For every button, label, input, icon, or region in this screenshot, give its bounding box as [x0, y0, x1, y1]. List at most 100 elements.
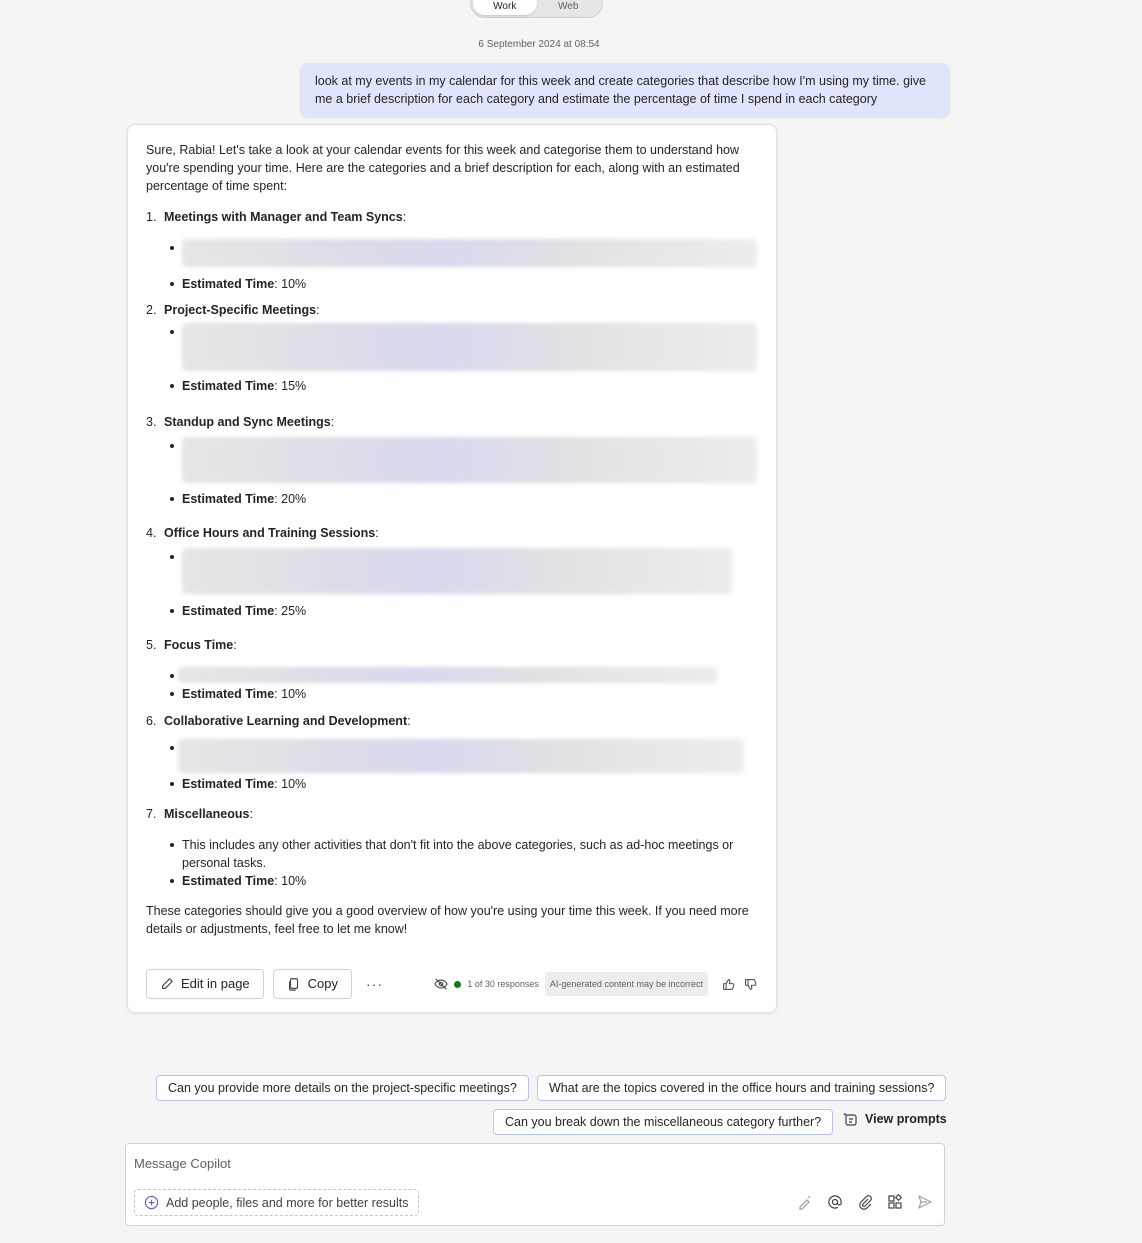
blurred-text: [178, 667, 718, 683]
blurred-text: [182, 323, 757, 371]
blurred-text: [182, 437, 757, 483]
attach-icon[interactable]: [856, 1193, 874, 1211]
estimated-time-item: Estimated Time: 10%: [168, 872, 758, 890]
blurred-text: [178, 739, 744, 773]
responses-count: 1 of 30 responses: [467, 979, 539, 989]
redacted-description: [168, 739, 758, 775]
sparkle-pen-icon[interactable]: [796, 1193, 814, 1211]
category-title: Collaborative Learning and Development: [164, 714, 408, 728]
message-composer[interactable]: Message Copilot Add people, files and mo…: [125, 1143, 945, 1226]
message-timestamp: 6 September 2024 at 08:54: [478, 39, 600, 50]
copy-icon: [288, 978, 298, 991]
thumbs-down-icon[interactable]: [742, 976, 758, 992]
add-people-files-button[interactable]: Add people, files and more for better re…: [134, 1189, 419, 1216]
estimated-time-label: Estimated Time: [182, 492, 275, 506]
estimated-time-item: Estimated Time: 15%: [168, 377, 758, 395]
status-dot: [454, 980, 462, 988]
category-colon: :: [330, 415, 335, 429]
blurred-text: [182, 548, 732, 594]
estimated-time-item: Estimated Time: 10%: [168, 685, 758, 703]
suggestion-chip[interactable]: What are the topics covered in the offic…: [537, 1075, 947, 1101]
estimated-time-item: Estimated Time: 10%: [168, 775, 758, 793]
category-colon: :: [375, 526, 379, 540]
estimated-time-value: : 10%: [274, 277, 307, 291]
estimated-time-value: : 10%: [274, 874, 307, 888]
copilot-chat-page: Work Web 6 September 2024 at 08:54 look …: [0, 0, 1142, 1243]
prompts-icon: [843, 1112, 857, 1126]
view-prompts-label: View prompts: [865, 1112, 947, 1126]
category-title: Office Hours and Training Sessions: [164, 526, 376, 540]
estimated-time-item: Estimated Time: 25%: [168, 602, 758, 620]
suggestion-chip[interactable]: Can you provide more details on the proj…: [156, 1075, 529, 1101]
estimated-time-item: Estimated Time: 20%: [168, 490, 758, 508]
redacted-description: [168, 667, 758, 685]
category-number: 7.: [146, 807, 157, 821]
category-item: 6. Collaborative Learning and Development…: [146, 712, 758, 805]
apps-icon[interactable]: [886, 1193, 904, 1211]
edit-in-page-button[interactable]: Edit in page: [146, 969, 264, 999]
category-number: 1.: [146, 210, 157, 224]
blurred-text: [182, 239, 757, 267]
category-title: Project-Specific Meetings: [164, 303, 317, 317]
category-colon: :: [316, 303, 320, 317]
category-title: Standup and Sync Meetings: [164, 415, 331, 429]
work-tab[interactable]: Work: [473, 0, 537, 15]
copy-button[interactable]: Copy: [272, 969, 353, 999]
ai-disclaimer-badge: AI-generated content may be incorrect: [544, 972, 708, 996]
category-item: 2. Project-Specific Meetings: Estimated T…: [146, 301, 758, 413]
copy-label: Copy: [307, 976, 339, 991]
category-colon: :: [407, 714, 411, 728]
category-title: Miscellaneous: [164, 807, 250, 821]
category-title: Focus Time: [164, 638, 234, 652]
view-prompts-button[interactable]: View prompts: [843, 1111, 947, 1127]
add-people-label: Add people, files and more for better re…: [166, 1195, 409, 1210]
suggestion-chip[interactable]: Can you break down the miscellaneous cat…: [493, 1109, 834, 1135]
estimated-time-label: Estimated Time: [182, 777, 275, 791]
category-item: 5. Focus Time: Estimated Time: 10%: [146, 636, 758, 712]
estimated-time-value: : 15%: [274, 379, 307, 393]
redacted-description: [168, 437, 758, 490]
estimated-time-label: Estimated Time: [182, 874, 275, 888]
redacted-description: [168, 548, 758, 602]
estimated-time-label: Estimated Time: [182, 604, 275, 618]
more-options-icon[interactable]: ···: [366, 975, 383, 993]
category-colon: :: [249, 807, 253, 821]
message-input[interactable]: Message Copilot: [134, 1156, 231, 1171]
category-item: 7. Miscellaneous: This includes any other…: [146, 805, 758, 890]
user-message: look at my events in my calendar for thi…: [300, 63, 950, 117]
estimated-time-value: : 10%: [274, 687, 307, 701]
pencil-icon: [162, 978, 173, 989]
web-tab[interactable]: Web: [537, 0, 601, 15]
thumbs-up-icon[interactable]: [720, 976, 736, 992]
estimated-time-label: Estimated Time: [182, 687, 275, 701]
category-number: 3.: [146, 415, 157, 429]
category-item: 3. Standup and Sync Meetings: Estimated T…: [146, 413, 758, 524]
category-colon: :: [402, 210, 407, 224]
estimated-time-item: Estimated Time: 10%: [168, 275, 758, 293]
category-title: Meetings with Manager and Team Syncs: [164, 210, 403, 224]
response-intro: Sure, Rabia! Let's take a look at your c…: [146, 143, 740, 193]
mention-icon[interactable]: [826, 1193, 844, 1211]
category-item: 4. Office Hours and Training Sessions: Es…: [146, 524, 758, 636]
response-meta: 1 of 30 responses AI-generated content m…: [434, 972, 758, 996]
category-description: This includes any other activities that …: [168, 836, 758, 872]
category-number: 4.: [146, 526, 157, 540]
estimated-time-value: : 10%: [274, 777, 307, 791]
copilot-response-card: Sure, Rabia! Let's take a look at your c…: [127, 124, 777, 1013]
redacted-description: [168, 239, 758, 275]
response-actions: Edit in page Copy ··· 1 of 30 responses …: [146, 969, 758, 999]
response-outro: These categories should give you a good …: [146, 904, 749, 936]
edit-in-page-label: Edit in page: [181, 976, 250, 991]
send-icon[interactable]: [916, 1193, 934, 1211]
category-item: 1. Meetings with Manager and Team Syncs : …: [146, 208, 758, 301]
estimated-time-value: : 25%: [274, 604, 307, 618]
category-colon: :: [233, 638, 237, 652]
category-number: 5.: [146, 638, 157, 652]
work-web-toggle[interactable]: Work Web: [470, 0, 603, 18]
eye-off-icon: [434, 978, 449, 990]
category-number: 2.: [146, 303, 157, 317]
category-number: 6.: [146, 714, 157, 728]
composer-tools: [796, 1193, 934, 1211]
redacted-description: [168, 323, 758, 377]
estimated-time-value: : 20%: [274, 492, 307, 506]
